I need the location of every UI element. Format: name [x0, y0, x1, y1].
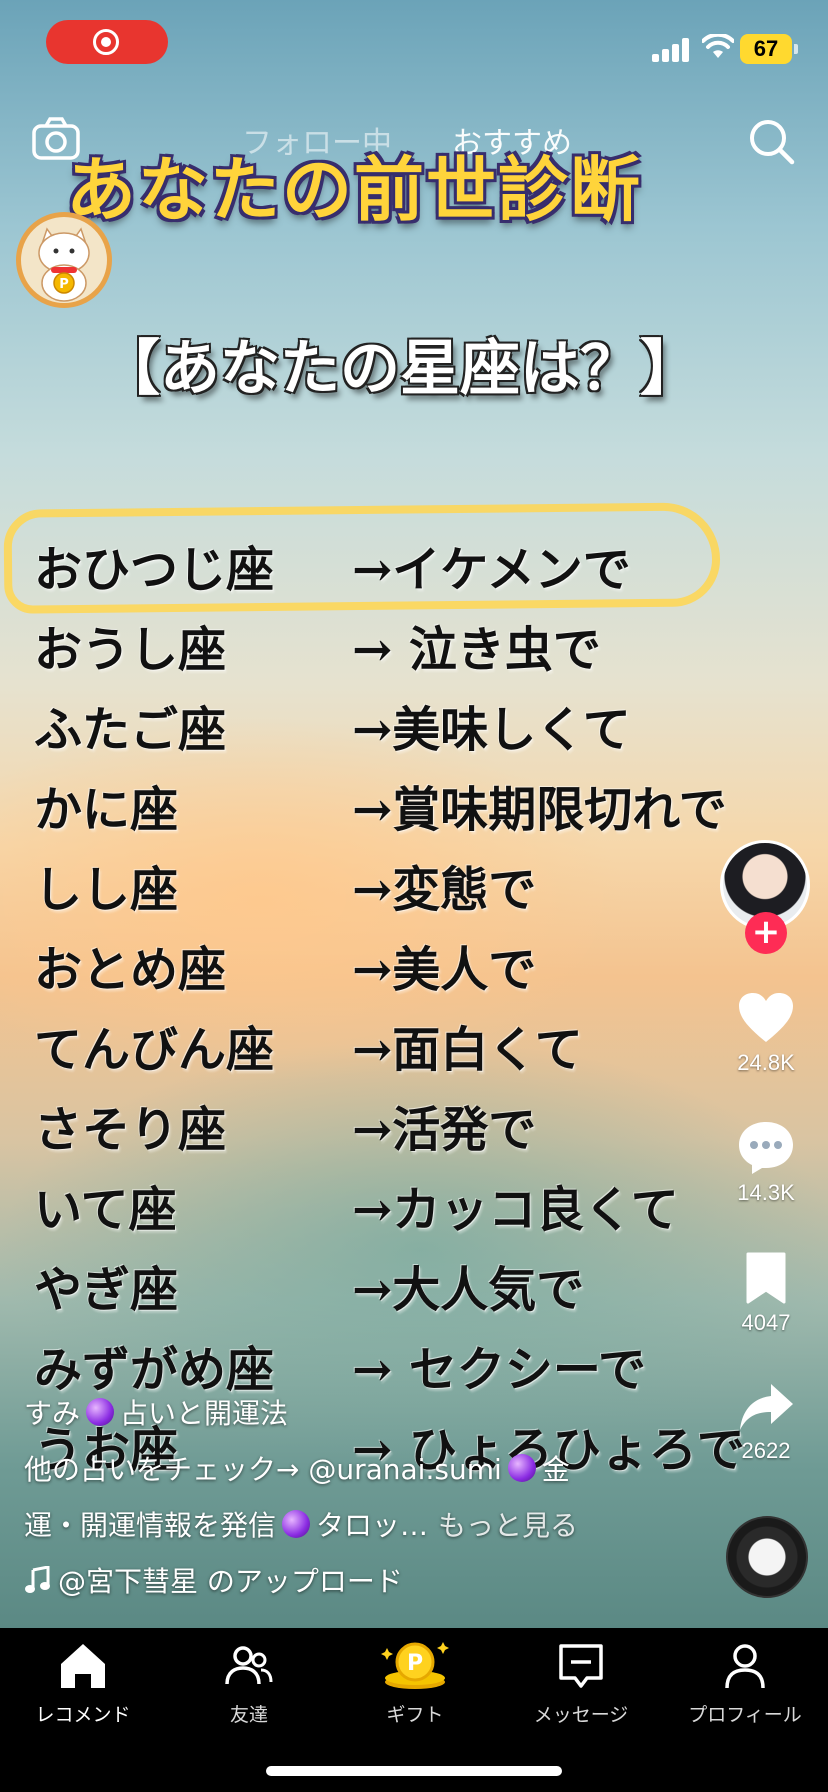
- save-count: 4047: [741, 1310, 791, 1335]
- nav-messages[interactable]: メッセージ: [498, 1638, 664, 1727]
- zodiac-row: おひつじ座 →イケメンで: [34, 530, 794, 610]
- zodiac-result: →イケメンで: [352, 542, 631, 598]
- home-indicator[interactable]: [266, 1766, 562, 1776]
- zodiac-question: 【あなたの星座は？】: [100, 334, 700, 404]
- nav-label: ギフト: [386, 1704, 444, 1726]
- zodiac-sign: おひつじ座: [34, 542, 275, 598]
- zodiac-result: →面白くて: [352, 1022, 583, 1078]
- zodiac-row: おとめ座 →美人で: [34, 930, 794, 1010]
- caption-line: 運・開運情報を発信 タロッ… もっと見る: [24, 1496, 664, 1552]
- crystal-ball-icon: [282, 1510, 311, 1538]
- video-caption: すみ 占いと開運法 他の占いをチェック→ @uranai.sumi 金 運・開運…: [24, 1384, 664, 1608]
- music-disc[interactable]: [726, 1516, 808, 1598]
- zodiac-row: かに座 →賞味期限切れで: [34, 770, 794, 850]
- comment-icon: [739, 1122, 793, 1174]
- see-more-link[interactable]: もっと見る: [438, 1504, 578, 1544]
- comment-button[interactable]: 14.3K: [716, 1118, 816, 1206]
- nav-recommend[interactable]: レコメンド: [0, 1638, 166, 1727]
- zodiac-row: てんびん座 →面白くて: [34, 1010, 794, 1090]
- nav-label: 友達: [229, 1704, 268, 1726]
- share-button[interactable]: 2622: [716, 1380, 816, 1464]
- zodiac-sign: さそり座: [34, 1102, 227, 1158]
- svg-text:P: P: [59, 277, 69, 292]
- nav-label: メッセージ: [533, 1704, 629, 1726]
- author-suffix: 占いと開運法: [120, 1397, 289, 1430]
- share-icon: [740, 1384, 793, 1430]
- caption-text: 金: [541, 1453, 570, 1486]
- nav-friends[interactable]: 友達: [166, 1638, 332, 1727]
- zodiac-row: ふたご座 →美味しくて: [34, 690, 794, 770]
- zodiac-sign: しし座: [34, 862, 179, 918]
- home-icon: [61, 1644, 105, 1688]
- nav-label: レコメンド: [35, 1704, 131, 1726]
- zodiac-row: さそり座 →活発で: [34, 1090, 794, 1170]
- zodiac-sign: てんびん座: [34, 1022, 275, 1078]
- gift-coin-icon: P: [381, 1642, 449, 1689]
- caption-text: タロッ…: [316, 1509, 429, 1542]
- comment-count: 14.3K: [737, 1180, 795, 1205]
- save-button[interactable]: 4047: [716, 1250, 816, 1336]
- record-icon: [93, 29, 119, 55]
- screen-recording-indicator[interactable]: [46, 20, 168, 64]
- music-credit-text: @宮下彗星 のアップロード: [58, 1565, 403, 1598]
- zodiac-row: おうし座 → 泣き虫で: [34, 610, 794, 690]
- nav-label: プロフィール: [688, 1704, 802, 1726]
- zodiac-sign: おとめ座: [34, 942, 227, 998]
- zodiac-result: →カッコ良くて: [352, 1182, 679, 1238]
- zodiac-row: しし座 →変態で: [34, 850, 794, 930]
- music-credit[interactable]: @宮下彗星 のアップロード: [24, 1552, 664, 1608]
- zodiac-result: →活発で: [352, 1102, 537, 1158]
- author-prefix: すみ: [24, 1397, 81, 1430]
- music-note-icon: [25, 1566, 50, 1593]
- zodiac-sign: ふたご座: [34, 702, 227, 758]
- battery-indicator: 67: [740, 34, 798, 64]
- follow-button[interactable]: +: [745, 912, 787, 954]
- zodiac-sign: かに座: [34, 782, 179, 838]
- nav-profile[interactable]: プロフィール: [662, 1638, 828, 1727]
- heart-icon: [739, 993, 793, 1042]
- wifi-icon: [702, 34, 734, 58]
- zodiac-result: →美人で: [352, 942, 537, 998]
- video-headline: あなたの前世診断: [66, 148, 642, 231]
- zodiac-sign: いて座: [34, 1182, 177, 1238]
- caption-text: 運・開運情報を発信: [24, 1509, 277, 1542]
- zodiac-result: →変態で: [352, 862, 537, 918]
- friends-icon: [225, 1646, 273, 1685]
- zodiac-row: やぎ座 →大人気で: [34, 1250, 794, 1330]
- lucky-cat-icon: P: [38, 227, 90, 302]
- crystal-ball-icon: [507, 1454, 536, 1482]
- zodiac-list: おひつじ座 →イケメンで おうし座 → 泣き虫で ふたご座 →美味しくて かに座 →賞味…: [34, 530, 794, 1490]
- like-button[interactable]: 24.8K: [716, 990, 816, 1076]
- cellular-signal-icon: [652, 36, 692, 62]
- caption-line: 他の占いをチェック→ @uranai.sumi 金: [24, 1440, 664, 1496]
- zodiac-sign: おうし座: [34, 622, 227, 678]
- crystal-ball-icon: [86, 1398, 115, 1426]
- lucky-cat-avatar[interactable]: P: [16, 212, 112, 308]
- nav-gift[interactable]: P ギフト: [332, 1638, 498, 1727]
- svg-text:P: P: [407, 1651, 423, 1676]
- zodiac-sign: やぎ座: [34, 1262, 179, 1318]
- message-icon: [559, 1644, 603, 1688]
- caption-text[interactable]: 他の占いをチェック→ @uranai.sumi: [24, 1448, 502, 1488]
- zodiac-result: → 泣き虫で: [352, 622, 601, 678]
- caption-author[interactable]: すみ 占いと開運法: [24, 1384, 664, 1440]
- share-count: 2622: [741, 1438, 791, 1463]
- zodiac-result: →大人気で: [352, 1262, 585, 1318]
- zodiac-result: →美味しくて: [352, 702, 631, 758]
- zodiac-row: いて座 →カッコ良くて: [34, 1170, 794, 1250]
- like-count: 24.8K: [737, 1050, 795, 1075]
- zodiac-result: →賞味期限切れで: [352, 782, 727, 838]
- profile-icon: [725, 1644, 765, 1689]
- bookmark-icon: [746, 1252, 786, 1304]
